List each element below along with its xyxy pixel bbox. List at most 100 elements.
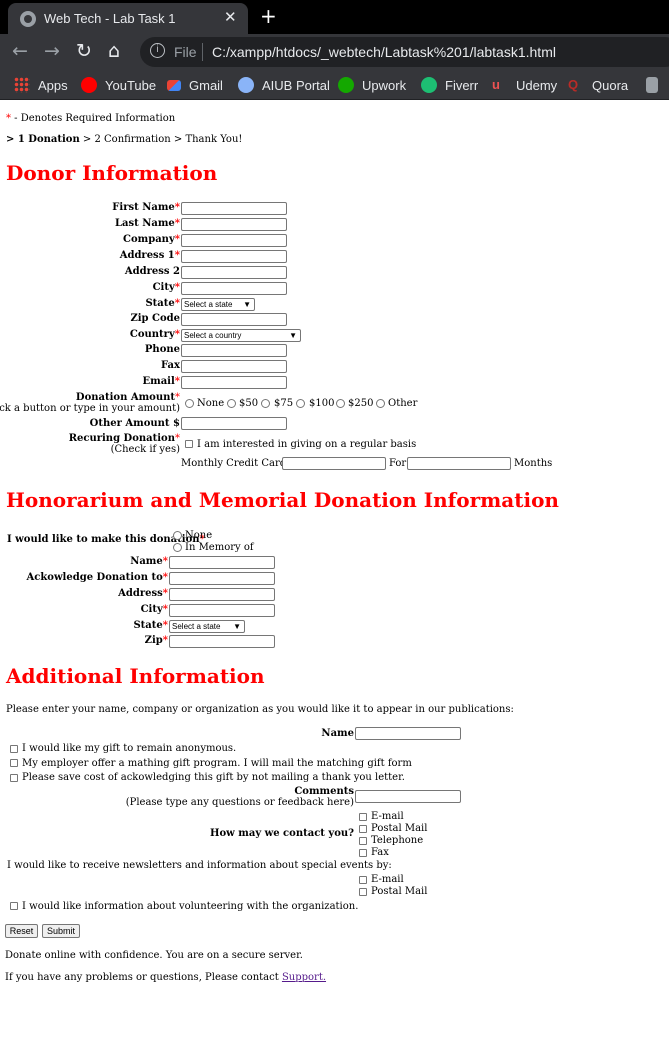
anonymous-checkbox[interactable] — [10, 745, 18, 753]
first-name-input[interactable] — [181, 202, 287, 215]
amount-other-radio[interactable] — [376, 399, 385, 408]
file-label: File — [174, 44, 197, 60]
fax-input[interactable] — [181, 360, 287, 373]
amount-250-radio[interactable] — [336, 399, 345, 408]
submit-button[interactable]: Submit — [42, 924, 80, 938]
reload-icon[interactable]: ↻ — [76, 40, 92, 62]
url-text[interactable]: C:/xampp/htdocs/_webtech/Labtask%201/lab… — [212, 44, 556, 60]
support-link[interactable]: Support. — [282, 972, 326, 983]
current-step: > 1 Donation — [6, 134, 80, 145]
reset-button[interactable]: Reset — [5, 924, 38, 938]
address-bar[interactable]: i File C:/xampp/htdocs/_webtech/Labtask%… — [140, 37, 669, 67]
contact-fax-checkbox[interactable] — [359, 849, 367, 857]
newsletter-postal-checkbox[interactable] — [359, 888, 367, 896]
comments-label: Comments (Please type any questions or fe… — [125, 786, 354, 808]
acknowledge-label: Ackowledge Donation to* — [26, 572, 169, 583]
volunteer-label: I would like information about volunteer… — [22, 901, 359, 912]
volunteer-checkbox[interactable] — [10, 902, 18, 910]
company-label: Company* — [123, 234, 180, 245]
country-select[interactable]: Select a country ▼ — [181, 329, 301, 342]
acknowledge-input[interactable] — [169, 572, 275, 585]
zip-input[interactable] — [181, 313, 287, 326]
honor-option-label: None — [185, 530, 213, 541]
honor-address-label: Address* — [118, 588, 168, 599]
for-label: For — [389, 458, 407, 469]
honor-state-select[interactable]: Select a state ▼ — [169, 620, 245, 633]
bookmark-label: Gmail — [189, 77, 223, 93]
honor-city-input[interactable] — [169, 604, 275, 617]
bookmark-label: Udemy — [516, 77, 558, 93]
remaining-steps: > 2 Confirmation > Thank You! — [79, 134, 243, 145]
contact-option-label: E-mail — [371, 811, 404, 822]
phone-label: Phone — [144, 344, 180, 355]
address2-input[interactable] — [181, 266, 287, 279]
bookmark-label: Upwork — [362, 77, 407, 93]
recurring-checkbox-label: I am interested in giving on a regular b… — [197, 439, 417, 450]
bookmark-apps[interactable]: Apps — [14, 76, 68, 94]
bookmark-fiverr[interactable]: Fiverr — [421, 76, 478, 94]
honor-name-input[interactable] — [169, 556, 275, 569]
months-input[interactable] — [407, 457, 511, 470]
new-tab-button[interactable]: + — [260, 4, 277, 28]
in-memory-radio[interactable] — [173, 543, 182, 552]
comments-input[interactable] — [355, 790, 461, 803]
forward-icon[interactable]: → — [44, 40, 60, 62]
close-tab-icon[interactable]: ✕ — [224, 8, 237, 26]
additional-heading: Additional Information — [6, 664, 265, 688]
bookmark-label: AIUB Portal — [262, 77, 330, 93]
first-name-label: First Name* — [112, 202, 180, 213]
amount-none-radio[interactable] — [185, 399, 194, 408]
bookmark-overflow[interactable] — [646, 76, 666, 94]
contact-telephone-checkbox[interactable] — [359, 837, 367, 845]
contact-postal-checkbox[interactable] — [359, 825, 367, 833]
bookmark-gmail[interactable]: Gmail — [167, 76, 223, 94]
state-select[interactable]: Select a state ▼ — [181, 298, 255, 311]
email-label: Email* — [142, 376, 180, 387]
browser-tab[interactable]: Web Tech - Lab Task 1 ✕ — [8, 3, 248, 34]
newsletter-option-label: Postal Mail — [371, 886, 428, 897]
other-amount-input[interactable] — [181, 417, 287, 430]
amount-75-radio[interactable] — [261, 399, 270, 408]
amount-50-radio[interactable] — [227, 399, 236, 408]
last-name-input[interactable] — [181, 218, 287, 231]
contact-option-label: Fax — [371, 847, 389, 858]
months-label: Months — [514, 458, 553, 469]
amount-100-radio[interactable] — [296, 399, 305, 408]
step-indicator: > 1 Donation > 2 Confirmation > Thank Yo… — [6, 134, 242, 145]
info-icon[interactable]: i — [150, 43, 165, 58]
address1-input[interactable] — [181, 250, 287, 263]
city-input[interactable] — [181, 282, 287, 295]
bookmark-aiub-portal[interactable]: AIUB Portal — [238, 76, 330, 94]
bookmark-label: Quora — [592, 77, 629, 93]
other-amount-label: Other Amount $ — [89, 418, 180, 429]
bookmark-quora[interactable]: Q Quora — [568, 76, 628, 94]
honor-none-radio[interactable] — [173, 531, 182, 540]
monthly-cc-input[interactable] — [282, 457, 386, 470]
matching-gift-checkbox[interactable] — [10, 759, 18, 767]
address2-label: Address 2 — [124, 266, 180, 277]
bookmark-youtube[interactable]: YouTube — [81, 76, 156, 94]
quora-icon: Q — [568, 77, 579, 92]
honor-zip-label: Zip* — [144, 635, 168, 646]
amount-option-label: $250 — [348, 398, 374, 409]
newsletter-email-checkbox[interactable] — [359, 876, 367, 884]
phone-input[interactable] — [181, 344, 287, 357]
recurring-checkbox[interactable] — [185, 440, 193, 448]
honor-state-label: State* — [133, 620, 168, 631]
no-thank-you-checkbox[interactable] — [10, 774, 18, 782]
zip-label: Zip Code — [130, 313, 180, 324]
honor-zip-input[interactable] — [169, 635, 275, 648]
contact-email-checkbox[interactable] — [359, 813, 367, 821]
home-icon[interactable]: ⌂ — [108, 40, 120, 62]
bookmark-udemy[interactable]: u Udemy — [492, 76, 557, 94]
aiub-logo-icon — [238, 77, 254, 93]
contact-option-label: Telephone — [371, 835, 424, 846]
amount-option-label: $75 — [274, 398, 294, 409]
required-note: * - Denotes Required Information — [6, 113, 176, 124]
publication-name-input[interactable] — [355, 727, 461, 740]
company-input[interactable] — [181, 234, 287, 247]
bookmark-upwork[interactable]: Upwork — [338, 76, 406, 94]
email-input[interactable] — [181, 376, 287, 389]
honor-address-input[interactable] — [169, 588, 275, 601]
back-icon[interactable]: ← — [12, 40, 28, 62]
